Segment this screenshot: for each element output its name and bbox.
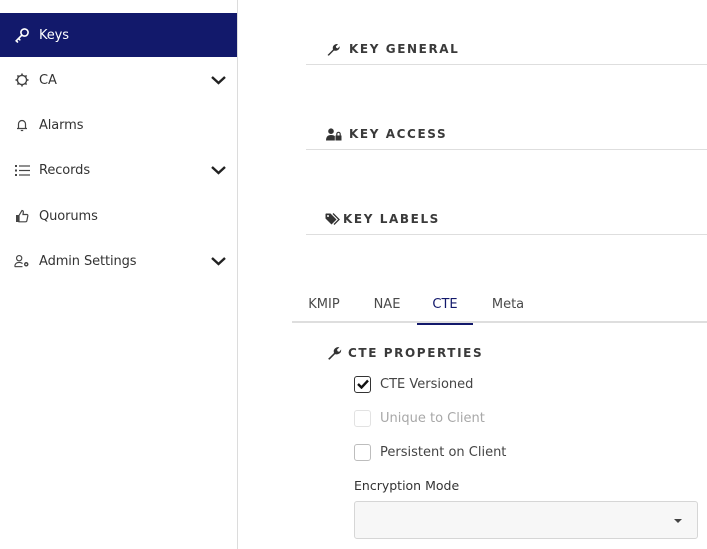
thumbs-up-icon bbox=[14, 208, 30, 224]
caret-down-icon bbox=[674, 519, 682, 523]
section-title: KEY ACCESS bbox=[349, 127, 448, 141]
sidebar-item-label: CA bbox=[39, 72, 57, 88]
checkbox-label: Unique to Client bbox=[380, 410, 485, 426]
tab-nae[interactable]: NAE bbox=[366, 285, 408, 323]
checkbox-cte-versioned[interactable]: CTE Versioned bbox=[354, 374, 473, 394]
user-gear-icon bbox=[14, 253, 30, 269]
sidebar-item-label: Admin Settings bbox=[39, 253, 137, 269]
encryption-mode-label: Encryption Mode bbox=[354, 478, 460, 493]
wrench-icon bbox=[326, 42, 342, 56]
main-content: KEY GENERAL KEY ACCESS KEY LABELS KMIP N… bbox=[238, 0, 707, 549]
sidebar: Keys CA Alarms Records Quorums Admin Set… bbox=[0, 0, 238, 549]
sidebar-item-quorums[interactable]: Quorums bbox=[0, 194, 237, 238]
bell-icon bbox=[14, 117, 30, 133]
user-lock-icon bbox=[326, 127, 342, 141]
checkbox-unique-to-client: Unique to Client bbox=[354, 408, 485, 428]
cte-properties-title: CTE PROPERTIES bbox=[348, 346, 484, 360]
sidebar-item-ca[interactable]: CA bbox=[0, 58, 237, 102]
section-key-labels[interactable]: KEY LABELS bbox=[306, 205, 707, 235]
checkbox[interactable] bbox=[354, 375, 371, 393]
sidebar-item-label: Quorums bbox=[39, 208, 98, 224]
gear-icon bbox=[14, 72, 30, 88]
chevron-down-icon[interactable] bbox=[210, 255, 227, 267]
section-key-general[interactable]: KEY GENERAL bbox=[306, 35, 707, 65]
checkbox-label: Persistent on Client bbox=[380, 444, 507, 460]
encryption-mode-select[interactable] bbox=[354, 501, 698, 539]
sidebar-item-alarms[interactable]: Alarms bbox=[0, 103, 237, 147]
chevron-down-icon[interactable] bbox=[210, 74, 227, 86]
checkbox[interactable] bbox=[354, 443, 371, 461]
sidebar-item-label: Records bbox=[39, 162, 90, 178]
sidebar-item-records[interactable]: Records bbox=[0, 148, 237, 192]
checkmark-icon bbox=[356, 379, 369, 389]
section-title: KEY LABELS bbox=[343, 212, 440, 226]
checkbox bbox=[354, 409, 371, 427]
tab-bar: KMIP NAE CTE Meta bbox=[292, 285, 707, 325]
sidebar-item-keys[interactable]: Keys bbox=[0, 13, 237, 57]
chevron-down-icon[interactable] bbox=[210, 164, 227, 176]
wrench-icon bbox=[328, 347, 342, 360]
tab-cte[interactable]: CTE bbox=[417, 285, 473, 325]
tags-icon bbox=[325, 212, 341, 226]
sidebar-item-admin-settings[interactable]: Admin Settings bbox=[0, 239, 237, 283]
checkbox-persistent-on-client[interactable]: Persistent on Client bbox=[354, 442, 506, 462]
section-key-access[interactable]: KEY ACCESS bbox=[306, 120, 707, 150]
sidebar-item-label: Alarms bbox=[39, 117, 84, 133]
tab-meta[interactable]: Meta bbox=[484, 285, 532, 323]
tab-kmip[interactable]: KMIP bbox=[302, 285, 346, 323]
sidebar-item-label: Keys bbox=[39, 27, 69, 43]
list-icon bbox=[14, 162, 30, 178]
key-icon bbox=[14, 27, 30, 43]
section-title: KEY GENERAL bbox=[349, 42, 460, 56]
checkbox-label: CTE Versioned bbox=[380, 376, 474, 392]
